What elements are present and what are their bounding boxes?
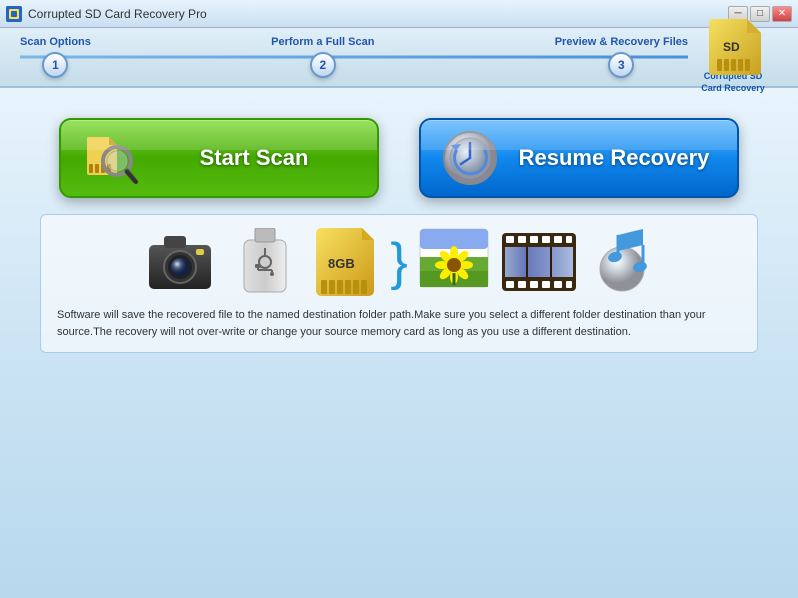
step-1-circle: 1 (42, 52, 68, 78)
step-bar: Scan Options 1 Perform a Full Scan 2 Pre… (0, 28, 798, 88)
step-2: Perform a Full Scan 2 (271, 36, 374, 78)
resume-recovery-button[interactable]: Resume Recovery (419, 118, 739, 198)
start-scan-label: Start Scan (151, 145, 357, 171)
svg-text:8GB: 8GB (328, 256, 355, 271)
camera-icon (140, 227, 220, 297)
info-text: Software will save the recovered file to… (57, 307, 741, 340)
time-machine-icon (441, 129, 499, 187)
title-bar: Corrupted SD Card Recovery Pro ─ □ ✕ (0, 0, 798, 28)
bracket-icon: } (390, 236, 407, 288)
step-3-label: Preview & Recovery Files (555, 36, 688, 48)
resume-recovery-label: Resume Recovery (511, 145, 717, 171)
start-scan-button[interactable]: Start Scan (59, 118, 379, 198)
svg-text:SD: SD (723, 40, 740, 54)
buttons-row: Start Scan (40, 118, 758, 198)
main-content: Start Scan (0, 88, 798, 598)
usb-drive-icon (230, 227, 300, 297)
music-note-icon (588, 227, 658, 297)
logo-area: SD Corrupted SD Card Recovery (688, 19, 778, 94)
film-strip-icon (500, 227, 578, 297)
bottom-panel: 8GB } (40, 214, 758, 353)
scan-icon (81, 129, 139, 187)
app-icon (6, 6, 22, 22)
sd-memory-card-icon: 8GB (310, 227, 380, 297)
step-3: Preview & Recovery Files 3 (555, 36, 688, 78)
step-3-circle: 3 (608, 52, 634, 78)
photo-icon (418, 227, 490, 297)
step-bar-inner: Scan Options 1 Perform a Full Scan 2 Pre… (20, 36, 688, 78)
step-2-label: Perform a Full Scan (271, 36, 374, 48)
step-1: Scan Options 1 (20, 36, 91, 78)
step-2-circle: 2 (310, 52, 336, 78)
step-1-label: Scan Options (20, 36, 91, 48)
sd-card-logo-icon: SD (709, 19, 757, 71)
app-title: Corrupted SD Card Recovery Pro (28, 7, 728, 21)
file-type-icons-row: 8GB } (57, 227, 741, 297)
